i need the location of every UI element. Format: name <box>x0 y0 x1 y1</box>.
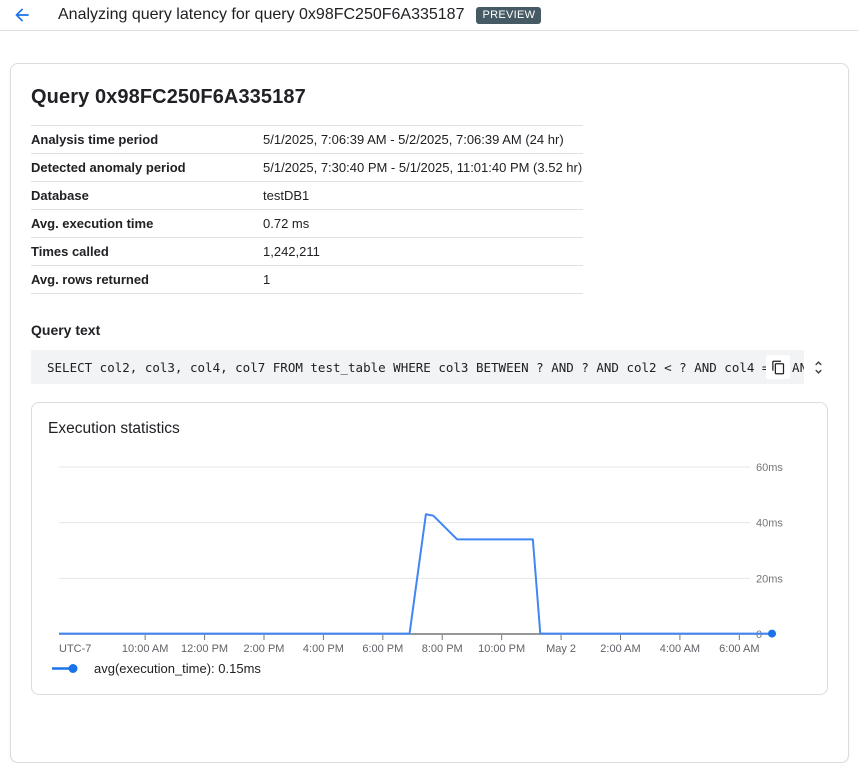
x-tick-label: 12:00 PM <box>181 643 228 655</box>
x-tick-label: 4:00 PM <box>303 643 344 655</box>
detail-label: Avg. rows returned <box>31 272 263 287</box>
detail-value: 1,242,211 <box>263 244 583 259</box>
x-tick-label: May 2 <box>546 643 576 655</box>
detail-label: Analysis time period <box>31 132 263 147</box>
detail-label: Detected anomaly period <box>31 160 263 175</box>
query-card-title: Query 0x98FC250F6A335187 <box>31 86 828 109</box>
unfold-more-icon <box>810 359 827 376</box>
query-details-card: Query 0x98FC250F6A335187 Analysis time p… <box>10 63 849 763</box>
expand-query-button[interactable] <box>808 355 828 379</box>
table-row: Avg. rows returned 1 <box>31 265 583 294</box>
x-tick-label: 2:00 PM <box>244 643 285 655</box>
query-text-heading: Query text <box>31 322 828 338</box>
detail-value: 0.72 ms <box>263 216 583 231</box>
query-details-table: Analysis time period 5/1/2025, 7:06:39 A… <box>31 125 583 294</box>
query-text-box: SELECT col2, col3, col4, col7 FROM test_… <box>31 350 804 384</box>
x-tick-label: 6:00 AM <box>719 643 759 655</box>
x-tick-label: 6:00 PM <box>362 643 403 655</box>
x-tick-label: 4:00 AM <box>660 643 700 655</box>
x-tick-label: 8:00 PM <box>422 643 463 655</box>
chart-legend: avg(execution_time): 0.15ms <box>52 661 261 676</box>
y-tick-label: 40ms <box>756 518 783 530</box>
legend-label: avg(execution_time): 0.15ms <box>94 661 261 676</box>
copy-button[interactable] <box>766 355 790 379</box>
page-title: Analyzing query latency for query 0x98FC… <box>58 6 464 24</box>
x-tick-label: 2:00 AM <box>600 643 640 655</box>
table-row: Times called 1,242,211 <box>31 237 583 265</box>
legend-line-marker-icon <box>52 663 80 674</box>
y-tick-label: 0 <box>756 629 762 641</box>
detail-label: Database <box>31 188 263 203</box>
series-endpoint-dot <box>768 630 776 638</box>
y-tick-label: 60ms <box>756 462 783 474</box>
copy-icon <box>771 360 786 375</box>
detail-value: 5/1/2025, 7:30:40 PM - 5/1/2025, 11:01:4… <box>263 160 583 175</box>
app-bar: Analyzing query latency for query 0x98FC… <box>0 0 858 31</box>
arrow-back-icon <box>12 5 32 25</box>
x-tick-label: 10:00 PM <box>478 643 525 655</box>
series-line <box>59 514 772 633</box>
table-row: Analysis time period 5/1/2025, 7:06:39 A… <box>31 125 583 153</box>
detail-value: 5/1/2025, 7:06:39 AM - 5/2/2025, 7:06:39… <box>263 132 583 147</box>
query-text-row: SELECT col2, col3, col4, col7 FROM test_… <box>31 350 828 384</box>
x-tick-label: 10:00 AM <box>122 643 168 655</box>
query-sql-text: SELECT col2, col3, col4, col7 FROM test_… <box>31 360 804 375</box>
table-row: Database testDB1 <box>31 181 583 209</box>
detail-label: Times called <box>31 244 263 259</box>
detail-label: Avg. execution time <box>31 216 263 231</box>
back-button[interactable] <box>10 3 34 27</box>
table-row: Avg. execution time 0.72 ms <box>31 209 583 237</box>
y-tick-label: 20ms <box>756 573 783 585</box>
detail-value: testDB1 <box>263 188 583 203</box>
execution-statistics-card: Execution statistics 020ms40ms60ms10:00 … <box>31 402 828 695</box>
utc-offset-label: UTC-7 <box>59 643 91 655</box>
preview-badge: PREVIEW <box>476 7 541 24</box>
table-row: Detected anomaly period 5/1/2025, 7:30:4… <box>31 153 583 181</box>
execution-time-line-chart: 0 20ms 40ms 60ms 10:00 AM 12:00 PM 2:00 PM 4:00… <box>32 403 828 695</box>
detail-value: 1 <box>263 272 583 287</box>
